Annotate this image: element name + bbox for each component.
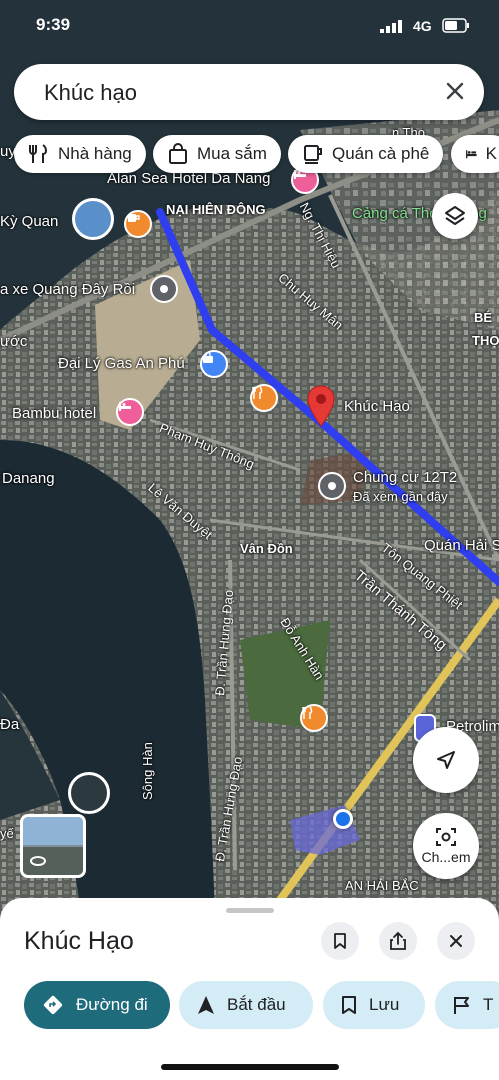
close-icon [450, 935, 462, 947]
save-button[interactable]: Lưu [323, 981, 425, 1029]
start-button[interactable]: Bắt đầu [179, 981, 313, 1029]
navigation-arrow-icon [198, 996, 214, 1014]
close-sheet-button[interactable] [437, 922, 475, 960]
directions-label: Đường đi [76, 995, 148, 1014]
battery-icon [442, 18, 469, 33]
map-label: Đa [0, 716, 20, 733]
map-label: THỌ [472, 333, 499, 348]
shopping-bag-icon[interactable] [200, 350, 228, 378]
current-location-dot [333, 809, 353, 829]
directions-button[interactable]: Đường đi [24, 981, 170, 1029]
coffee-cup-icon [304, 145, 322, 164]
lens-label: Ch...em [421, 849, 471, 865]
directions-icon [43, 995, 63, 1015]
save-label: Lưu [369, 995, 400, 1014]
close-icon[interactable] [442, 78, 468, 104]
shopping-bag-icon [169, 143, 187, 164]
map-label: Danang [2, 470, 55, 487]
place-marker-icon[interactable] [150, 275, 178, 303]
layers-button[interactable] [432, 193, 478, 239]
map-label: AN HẢI BẮC [345, 878, 419, 893]
map-label: NẠI HIÊN ĐÔNG [166, 202, 266, 217]
map-label: Đã xem gần đây [353, 489, 448, 504]
map-label: a xe Quang Đây Rồi [0, 281, 136, 298]
place-photo-thumbnail[interactable] [72, 198, 114, 240]
more-action-button[interactable]: T [435, 981, 499, 1029]
place-photo-thumbnail[interactable] [68, 772, 110, 814]
bookmark-icon [334, 933, 346, 949]
search-bar[interactable]: Khúc hạo [14, 64, 484, 120]
map-label: Bambu hotel [12, 405, 97, 422]
map-label: Khúc Hạo [344, 398, 410, 415]
place-title: Khúc Hạo [24, 927, 134, 955]
map-label: Đại Lý Gas An Phú [58, 355, 185, 372]
share-icon [390, 931, 406, 950]
layers-icon [445, 206, 465, 225]
fork-knife-icon [29, 144, 47, 163]
hotel-icon[interactable] [116, 398, 144, 426]
drag-handle[interactable] [226, 908, 274, 913]
chip-label: Nhà hàng [58, 144, 132, 163]
chip-restaurants[interactable]: Nhà hàng [14, 135, 146, 173]
street-view-rotate-icon [30, 856, 46, 866]
status-time: 9:39 [36, 15, 71, 34]
map-label: Kỳ Quan [0, 213, 59, 230]
map-label: Sông Hàn [140, 742, 155, 800]
bed-icon [466, 150, 477, 159]
place-bottom-sheet[interactable]: Khúc Hạo Đường đi Bắt đầu Lưu T [0, 898, 499, 1080]
location-pin-icon[interactable] [306, 384, 336, 428]
chip-label: Quán cà phê [332, 144, 430, 163]
map-label: BÉ [474, 310, 493, 325]
street-view-thumbnail[interactable] [20, 814, 86, 878]
restaurant-icon[interactable] [250, 384, 278, 412]
camera-scan-icon [436, 828, 456, 846]
map-label: Quán Hải S [424, 537, 499, 554]
navigation-arrow-icon [437, 751, 455, 769]
bookmark-icon [342, 996, 356, 1014]
chip-coffee[interactable]: Quán cà phê [288, 135, 444, 173]
lens-button[interactable]: Ch...em [413, 813, 479, 879]
flag-icon [454, 997, 469, 1014]
home-indicator [161, 1064, 339, 1070]
map-label: yế [0, 826, 14, 841]
map-label: Vân Đồn [240, 541, 293, 556]
my-location-button[interactable] [413, 727, 479, 793]
share-button[interactable] [379, 922, 417, 960]
signal-icon [380, 20, 402, 33]
start-label: Bắt đầu [227, 995, 286, 1014]
chip-hotels[interactable]: K [451, 135, 499, 173]
restaurant-icon[interactable] [300, 704, 328, 732]
chip-label: Mua sắm [197, 144, 267, 163]
coffee-icon[interactable] [124, 210, 152, 238]
map-label: ước [0, 333, 28, 350]
place-marker-icon[interactable] [318, 472, 346, 500]
save-icon-button[interactable] [321, 922, 359, 960]
map-label: Chung cư 12T2 [353, 469, 458, 486]
network-type: 4G [413, 18, 432, 34]
more-action-label: T [483, 995, 494, 1014]
status-bar: 9:39 4G [0, 0, 499, 52]
chip-shopping[interactable]: Mua sắm [153, 135, 281, 173]
chip-label: K [485, 144, 497, 163]
search-query[interactable]: Khúc hạo [44, 80, 137, 106]
